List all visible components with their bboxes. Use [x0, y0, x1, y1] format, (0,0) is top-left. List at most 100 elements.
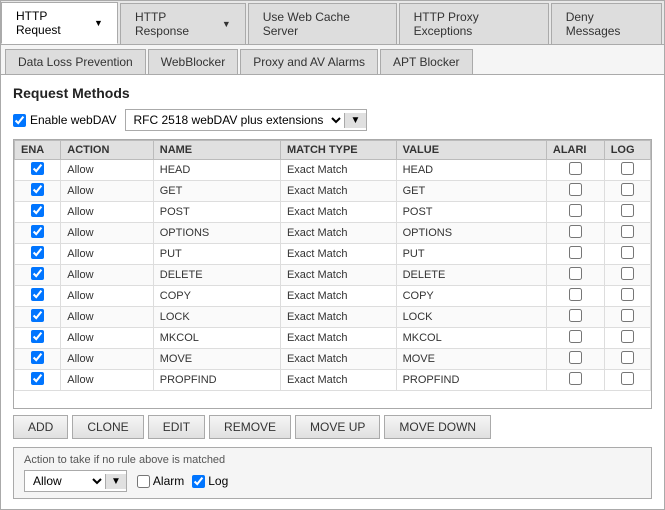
row-alarm-checkbox[interactable] — [569, 309, 582, 322]
tab-apt-blocker[interactable]: APT Blocker — [380, 49, 472, 74]
clone-button[interactable]: CLONE — [72, 415, 143, 439]
row-alarm-checkbox[interactable] — [569, 288, 582, 301]
remove-button[interactable]: REMOVE — [209, 415, 291, 439]
row-log-checkbox[interactable] — [621, 225, 634, 238]
footer-dropdown-btn[interactable]: ▼ — [105, 474, 126, 489]
col-header-name: NAME — [153, 141, 280, 160]
table-row: AllowLOCKExact MatchLOCK — [15, 307, 651, 328]
row-ena-cell — [15, 370, 61, 391]
row-value-cell: PUT — [396, 244, 546, 265]
row-ena-cell — [15, 244, 61, 265]
move-down-button[interactable]: MOVE DOWN — [384, 415, 491, 439]
log-checkbox-label[interactable]: Log — [192, 474, 228, 488]
row-log-checkbox[interactable] — [621, 246, 634, 259]
row-alarm-checkbox[interactable] — [569, 372, 582, 385]
row-log-checkbox[interactable] — [621, 267, 634, 280]
row-log-checkbox[interactable] — [621, 351, 634, 364]
webdav-checkbox[interactable] — [13, 114, 26, 127]
row-alarm-checkbox[interactable] — [569, 351, 582, 364]
chevron-down-icon: ▼ — [222, 19, 231, 29]
move-up-button[interactable]: MOVE UP — [295, 415, 380, 439]
row-log-cell — [604, 328, 650, 349]
row-log-checkbox[interactable] — [621, 309, 634, 322]
row-alarm-cell — [546, 160, 604, 181]
log-checkbox[interactable] — [192, 475, 205, 488]
row-ena-cell — [15, 160, 61, 181]
row-log-checkbox[interactable] — [621, 183, 634, 196]
tab-data-loss[interactable]: Data Loss Prevention — [5, 49, 146, 74]
row-action-cell: Allow — [61, 307, 154, 328]
row-value-cell: POST — [396, 202, 546, 223]
section-title: Request Methods — [13, 85, 652, 101]
row-ena-checkbox[interactable] — [31, 204, 44, 217]
tab-webblocker[interactable]: WebBlocker — [148, 49, 238, 74]
row-alarm-checkbox[interactable] — [569, 246, 582, 259]
rules-table: ENA ACTION NAME MATCH TYPE VALUE ALARI L… — [14, 140, 651, 391]
tab-proxy-av-label: Proxy and AV Alarms — [253, 55, 365, 69]
webdav-dropdown-btn[interactable]: ▼ — [344, 113, 367, 128]
row-ena-checkbox[interactable] — [31, 162, 44, 175]
table-row: AllowDELETEExact MatchDELETE — [15, 265, 651, 286]
row-log-checkbox[interactable] — [621, 162, 634, 175]
row-alarm-cell — [546, 265, 604, 286]
row-match-cell: Exact Match — [280, 349, 396, 370]
row-log-cell — [604, 370, 650, 391]
webdav-checkbox-label[interactable]: Enable webDAV — [13, 113, 117, 127]
tab-data-loss-label: Data Loss Prevention — [18, 55, 133, 69]
alarm-checkbox[interactable] — [137, 475, 150, 488]
row-alarm-checkbox[interactable] — [569, 267, 582, 280]
row-ena-checkbox[interactable] — [31, 183, 44, 196]
tab-deny-messages[interactable]: Deny Messages — [551, 3, 662, 44]
row-action-cell: Allow — [61, 202, 154, 223]
footer-action-select[interactable]: Allow — [25, 471, 105, 491]
row-ena-checkbox[interactable] — [31, 372, 44, 385]
row-log-cell — [604, 181, 650, 202]
row-ena-checkbox[interactable] — [31, 225, 44, 238]
add-button[interactable]: ADD — [13, 415, 68, 439]
alarm-checkbox-label[interactable]: Alarm — [137, 474, 184, 488]
row-ena-checkbox[interactable] — [31, 330, 44, 343]
row-value-cell: PROPFIND — [396, 370, 546, 391]
row-ena-checkbox[interactable] — [31, 288, 44, 301]
row-alarm-cell — [546, 328, 604, 349]
row-alarm-checkbox[interactable] — [569, 162, 582, 175]
edit-button[interactable]: EDIT — [148, 415, 205, 439]
second-tab-bar: Data Loss Prevention WebBlocker Proxy an… — [1, 45, 664, 75]
row-ena-checkbox[interactable] — [31, 309, 44, 322]
tab-proxy-av[interactable]: Proxy and AV Alarms — [240, 49, 378, 74]
col-header-log: LOG — [604, 141, 650, 160]
tab-http-request[interactable]: HTTP Request ▼ — [1, 2, 118, 44]
row-log-checkbox[interactable] — [621, 204, 634, 217]
row-value-cell: HEAD — [396, 160, 546, 181]
row-match-cell: Exact Match — [280, 181, 396, 202]
row-log-checkbox[interactable] — [621, 288, 634, 301]
row-alarm-cell — [546, 181, 604, 202]
col-header-ena: ENA — [15, 141, 61, 160]
footer-checkboxes: Alarm Log — [137, 474, 228, 488]
row-match-cell: Exact Match — [280, 370, 396, 391]
row-alarm-checkbox[interactable] — [569, 225, 582, 238]
webdav-label-text: Enable webDAV — [30, 113, 117, 127]
row-ena-cell — [15, 328, 61, 349]
row-value-cell: MOVE — [396, 349, 546, 370]
row-ena-cell — [15, 349, 61, 370]
row-log-checkbox[interactable] — [621, 372, 634, 385]
webdav-select[interactable]: RFC 2518 webDAV plus extensions — [126, 110, 344, 130]
row-alarm-cell — [546, 244, 604, 265]
tab-proxy-exceptions[interactable]: HTTP Proxy Exceptions — [399, 3, 549, 44]
row-ena-cell — [15, 286, 61, 307]
tab-http-response[interactable]: HTTP Response ▼ — [120, 3, 246, 44]
row-ena-checkbox[interactable] — [31, 246, 44, 259]
row-ena-checkbox[interactable] — [31, 267, 44, 280]
row-log-checkbox[interactable] — [621, 330, 634, 343]
row-action-cell: Allow — [61, 265, 154, 286]
row-alarm-checkbox[interactable] — [569, 330, 582, 343]
row-name-cell: PUT — [153, 244, 280, 265]
row-alarm-checkbox[interactable] — [569, 183, 582, 196]
row-alarm-checkbox[interactable] — [569, 204, 582, 217]
tab-web-cache[interactable]: Use Web Cache Server — [248, 3, 397, 44]
row-match-cell: Exact Match — [280, 223, 396, 244]
alarm-label-text: Alarm — [153, 474, 184, 488]
row-ena-checkbox[interactable] — [31, 351, 44, 364]
table-row: AllowPOSTExact MatchPOST — [15, 202, 651, 223]
